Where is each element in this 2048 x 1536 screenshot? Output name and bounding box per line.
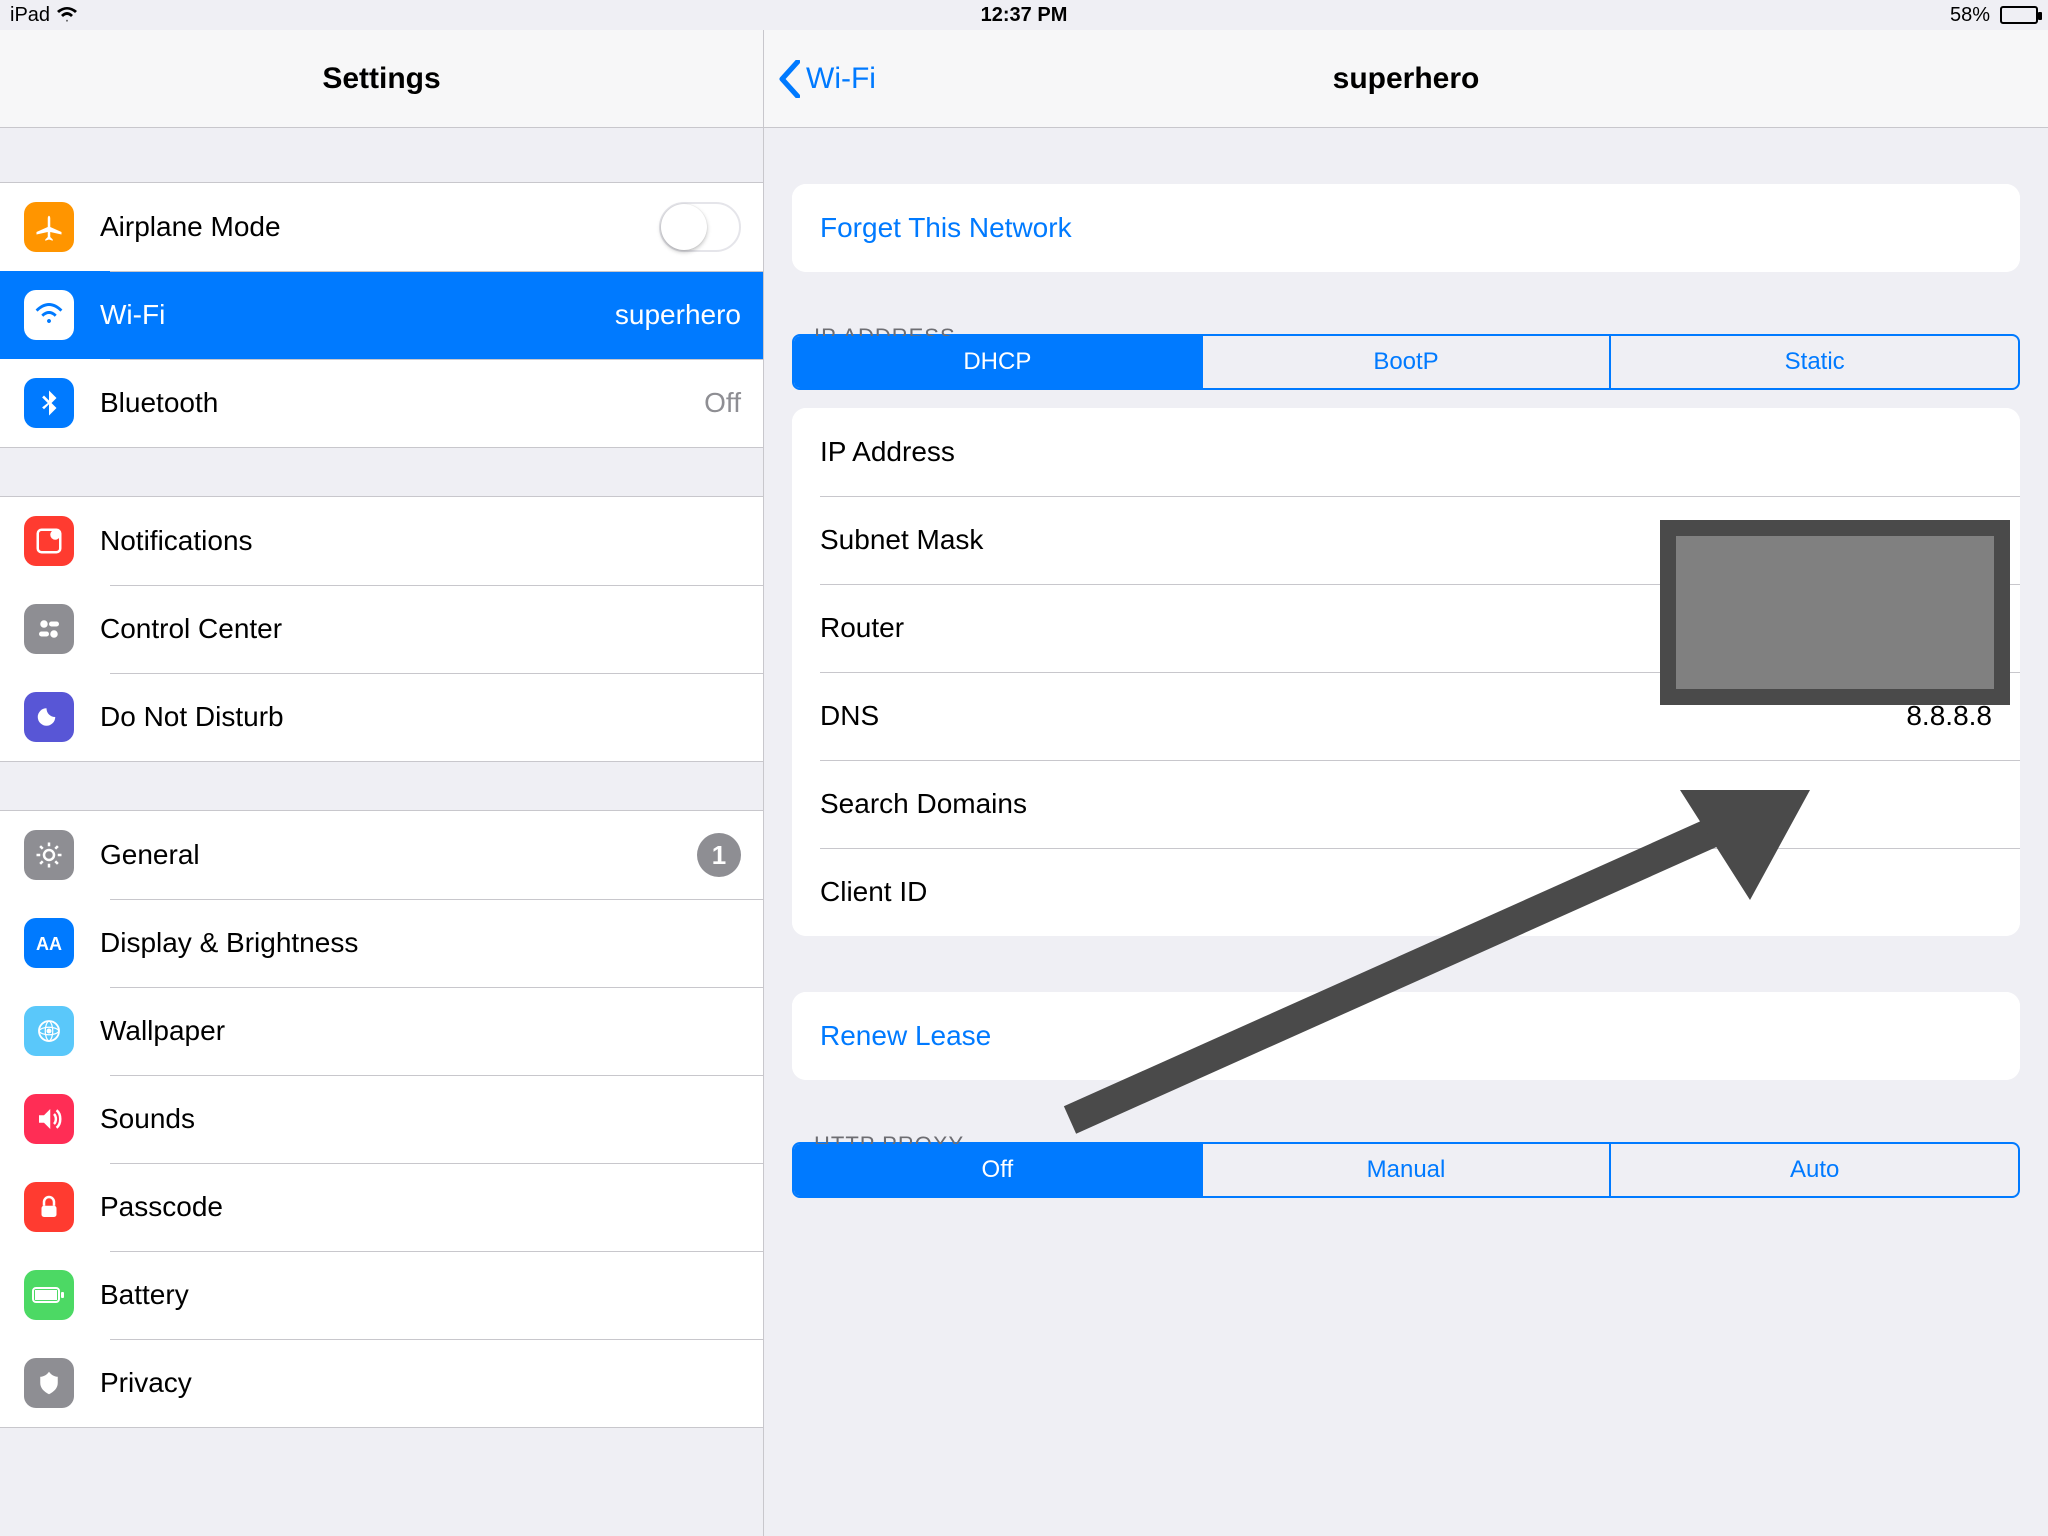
wallpaper-icon bbox=[24, 1006, 74, 1056]
sidebar-item-privacy[interactable]: Privacy bbox=[0, 1339, 763, 1427]
sidebar-item-do-not-disturb[interactable]: Do Not Disturb bbox=[0, 673, 763, 761]
row-search-domains[interactable]: Search Domains bbox=[792, 760, 2020, 848]
sidebar-item-bluetooth[interactable]: Bluetooth Off bbox=[0, 359, 763, 447]
seg-static[interactable]: Static bbox=[1609, 336, 2018, 388]
seg-proxy-auto[interactable]: Auto bbox=[1609, 1144, 2018, 1196]
svg-text:AA: AA bbox=[36, 934, 62, 954]
sounds-icon bbox=[24, 1094, 74, 1144]
sidebar-item-label: Do Not Disturb bbox=[100, 701, 741, 733]
detail-pane: Wi-Fi superhero Forget This Network IP A… bbox=[764, 30, 2048, 1536]
row-ip-address[interactable]: IP Address bbox=[792, 408, 2020, 496]
sidebar-item-value: superhero bbox=[615, 299, 741, 331]
gear-icon bbox=[24, 830, 74, 880]
chevron-left-icon bbox=[778, 60, 800, 98]
settings-sidebar: Settings Airplane Mode Wi-Fi superhero bbox=[0, 30, 764, 1536]
battery-pct: 58% bbox=[1950, 4, 1990, 27]
renew-lease-section: Renew Lease bbox=[792, 992, 2020, 1080]
sidebar-title: Settings bbox=[0, 62, 763, 96]
seg-proxy-off[interactable]: Off bbox=[794, 1144, 1201, 1196]
sidebar-group: Airplane Mode Wi-Fi superhero Bluetooth … bbox=[0, 182, 763, 448]
sidebar-item-wifi[interactable]: Wi-Fi superhero bbox=[0, 271, 763, 359]
sidebar-item-display-brightness[interactable]: AA Display & Brightness bbox=[0, 899, 763, 987]
renew-lease-label: Renew Lease bbox=[820, 1020, 1992, 1052]
airplane-toggle[interactable] bbox=[659, 202, 741, 252]
clock: 12:37 PM bbox=[981, 4, 1068, 27]
sidebar-item-label: Notifications bbox=[100, 525, 741, 557]
lock-icon bbox=[24, 1182, 74, 1232]
sidebar-navbar: Settings bbox=[0, 30, 763, 128]
sidebar-item-label: Bluetooth bbox=[100, 387, 704, 419]
ip-mode-segmented[interactable]: DHCP BootP Static bbox=[792, 334, 2020, 390]
sidebar-group: General 1 AA Display & Brightness Wallpa… bbox=[0, 810, 763, 1428]
row-client-id[interactable]: Client ID bbox=[792, 848, 2020, 936]
label-client-id: Client ID bbox=[820, 876, 1992, 908]
airplane-icon bbox=[24, 202, 74, 252]
sidebar-item-sounds[interactable]: Sounds bbox=[0, 1075, 763, 1163]
bluetooth-icon bbox=[24, 378, 74, 428]
label-ip-address: IP Address bbox=[820, 436, 1992, 468]
status-bar: iPad 12:37 PM 58% bbox=[0, 0, 2048, 30]
proxy-mode-segmented[interactable]: Off Manual Auto bbox=[792, 1142, 2020, 1198]
battery-icon bbox=[24, 1270, 74, 1320]
dnd-icon bbox=[24, 692, 74, 742]
sidebar-item-label: Sounds bbox=[100, 1103, 741, 1135]
sidebar-item-label: Battery bbox=[100, 1279, 741, 1311]
sidebar-item-control-center[interactable]: Control Center bbox=[0, 585, 763, 673]
sidebar-group: Notifications Control Center Do Not Dist… bbox=[0, 496, 763, 762]
sidebar-item-label: General bbox=[100, 839, 697, 871]
redaction-box bbox=[1660, 520, 2010, 705]
device-label: iPad bbox=[10, 4, 50, 27]
sidebar-item-label: Control Center bbox=[100, 613, 741, 645]
sidebar-item-general[interactable]: General 1 bbox=[0, 811, 763, 899]
wifi-status-icon bbox=[56, 7, 78, 23]
battery-icon bbox=[2000, 6, 2038, 24]
forget-network-label: Forget This Network bbox=[820, 212, 1992, 244]
sidebar-item-label: Privacy bbox=[100, 1367, 741, 1399]
seg-dhcp[interactable]: DHCP bbox=[794, 336, 1201, 388]
seg-proxy-manual[interactable]: Manual bbox=[1201, 1144, 1610, 1196]
sidebar-item-label: Wallpaper bbox=[100, 1015, 741, 1047]
sidebar-item-label: Passcode bbox=[100, 1191, 741, 1223]
label-search-domains: Search Domains bbox=[820, 788, 1992, 820]
sidebar-item-label: Wi-Fi bbox=[100, 299, 615, 331]
sidebar-item-value: Off bbox=[704, 387, 741, 419]
sidebar-item-passcode[interactable]: Passcode bbox=[0, 1163, 763, 1251]
sidebar-item-label: Airplane Mode bbox=[100, 211, 659, 243]
display-icon: AA bbox=[24, 918, 74, 968]
control-center-icon bbox=[24, 604, 74, 654]
privacy-icon bbox=[24, 1358, 74, 1408]
badge: 1 bbox=[697, 833, 741, 877]
sidebar-item-battery[interactable]: Battery bbox=[0, 1251, 763, 1339]
detail-navbar: Wi-Fi superhero bbox=[764, 30, 2048, 128]
sidebar-item-airplane-mode[interactable]: Airplane Mode bbox=[0, 183, 763, 271]
notifications-icon bbox=[24, 516, 74, 566]
sidebar-item-notifications[interactable]: Notifications bbox=[0, 497, 763, 585]
sidebar-item-wallpaper[interactable]: Wallpaper bbox=[0, 987, 763, 1075]
back-label: Wi-Fi bbox=[806, 62, 876, 96]
back-button[interactable]: Wi-Fi bbox=[764, 60, 876, 98]
sidebar-item-label: Display & Brightness bbox=[100, 927, 741, 959]
detail-title: superhero bbox=[764, 62, 2048, 96]
wifi-icon bbox=[24, 290, 74, 340]
forget-network-button[interactable]: Forget This Network bbox=[792, 184, 2020, 272]
forget-network-section: Forget This Network bbox=[792, 184, 2020, 272]
seg-bootp[interactable]: BootP bbox=[1201, 336, 1610, 388]
renew-lease-button[interactable]: Renew Lease bbox=[792, 992, 2020, 1080]
